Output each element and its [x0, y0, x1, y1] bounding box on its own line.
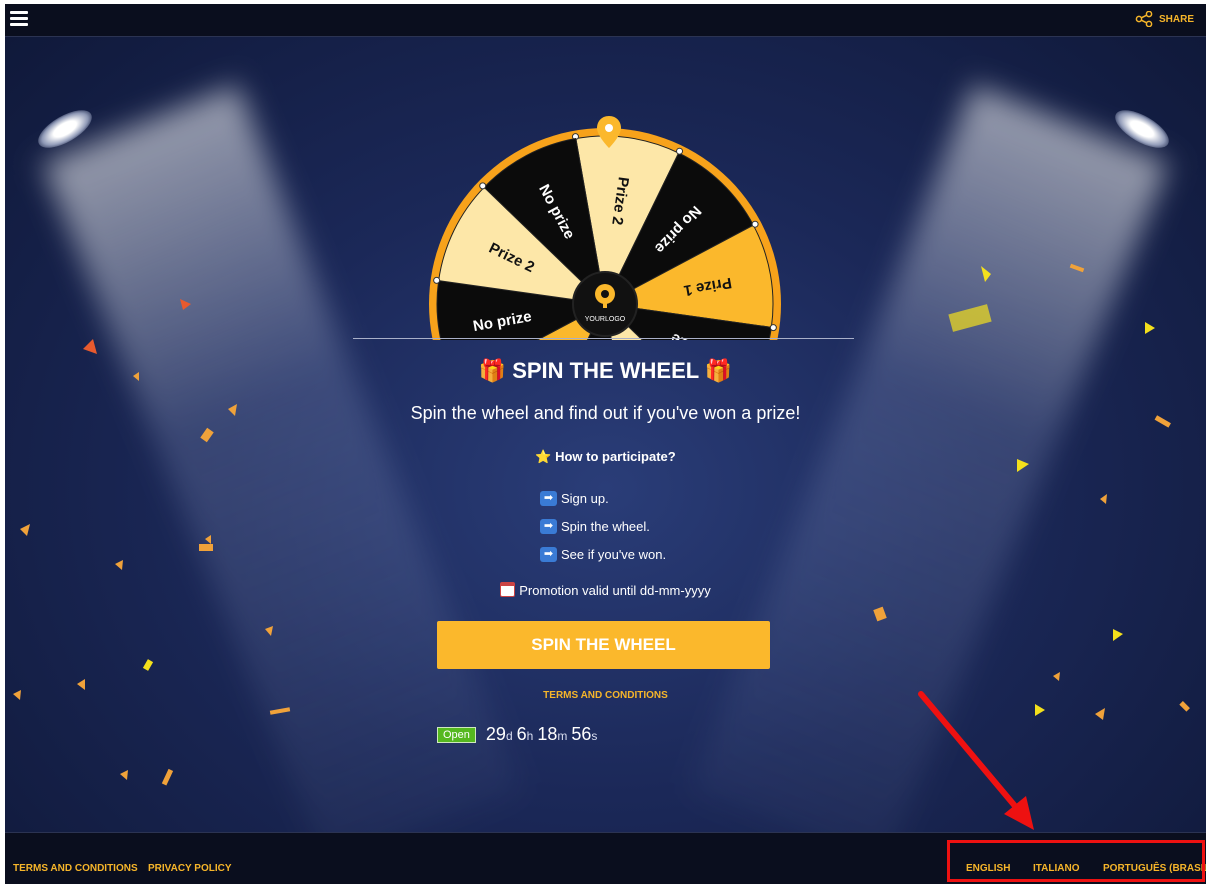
steps-list: ➡ Sign up. ➡ Spin the wheel. ➡ See if yo…: [540, 484, 666, 568]
promotion-validity: Promotion valid until dd-mm-yyyy: [5, 582, 1206, 598]
promotion-text: Promotion valid until dd-mm-yyyy: [519, 583, 711, 598]
calendar-icon: [500, 582, 516, 597]
step-item: ➡ Sign up.: [540, 484, 666, 512]
countdown-hours: 6: [516, 724, 527, 744]
how-to-heading: ⭐ How to participate?: [535, 449, 676, 464]
top-bar: SHARE: [5, 4, 1206, 37]
step-label: Sign up.: [561, 490, 609, 506]
footer-privacy-link[interactable]: PRIVACY POLICY: [148, 863, 232, 874]
terms-conditions-link[interactable]: TERMS AND CONDITIONS: [5, 690, 1206, 701]
footer-terms-link[interactable]: TERMS AND CONDITIONS: [13, 863, 138, 874]
countdown-minutes-unit: m: [557, 729, 568, 743]
hamburger-menu-icon[interactable]: [10, 11, 28, 27]
wheel-rim-dot: [751, 220, 759, 228]
spin-wheel-button[interactable]: SPIN THE WHEEL: [437, 621, 770, 669]
countdown-days-unit: d: [505, 729, 513, 743]
countdown-days: 29: [485, 724, 506, 744]
wheel-rim-dot: [479, 182, 487, 190]
page-frame: SHARE Prize 2 No prize Prize 1 No prize Priz…: [5, 4, 1206, 884]
share-label: SHARE: [1158, 13, 1194, 25]
step-label: Spin the wheel.: [561, 518, 650, 534]
share-icon: [1135, 11, 1153, 27]
step-item: ➡ See if you've won.: [540, 540, 666, 568]
countdown-timer: 29d 6h 18m 56s: [486, 724, 601, 745]
wheel-divider: [353, 338, 854, 339]
status-badge: Open: [437, 726, 476, 743]
prize-wheel[interactable]: Prize 2 No prize Prize 1 No prize Prize 2 No …: [425, 114, 785, 340]
right-arrow-icon: ➡: [540, 490, 557, 506]
right-arrow-icon: ➡: [540, 518, 557, 534]
wheel-rim-dot: [433, 276, 441, 284]
step-label: See if you've won.: [561, 546, 667, 562]
annotation-highlight-box: [947, 840, 1205, 882]
countdown-minutes: 18: [537, 724, 558, 744]
wheel-logo-text: YOURLOGO: [585, 316, 626, 323]
wheel-graphic: Prize 2No prizePrize 1No prizePrize 2No …: [429, 116, 781, 340]
page-title: 🎁 SPIN THE WHEEL 🎁: [478, 358, 733, 383]
right-arrow-icon: ➡: [540, 546, 557, 562]
promotion-status: Open 29d 6h 18m 56s: [437, 724, 601, 745]
countdown-hours-unit: h: [526, 729, 534, 743]
page-subtitle: Spin the wheel and find out if you've wo…: [410, 403, 801, 423]
step-item: ➡ Spin the wheel.: [540, 512, 666, 540]
countdown-seconds: 56: [571, 724, 592, 744]
wheel-rim-dot: [769, 324, 777, 332]
wheel-rim-dot: [676, 147, 684, 155]
countdown-seconds-unit: s: [591, 729, 598, 743]
share-button[interactable]: SHARE: [1135, 11, 1194, 27]
